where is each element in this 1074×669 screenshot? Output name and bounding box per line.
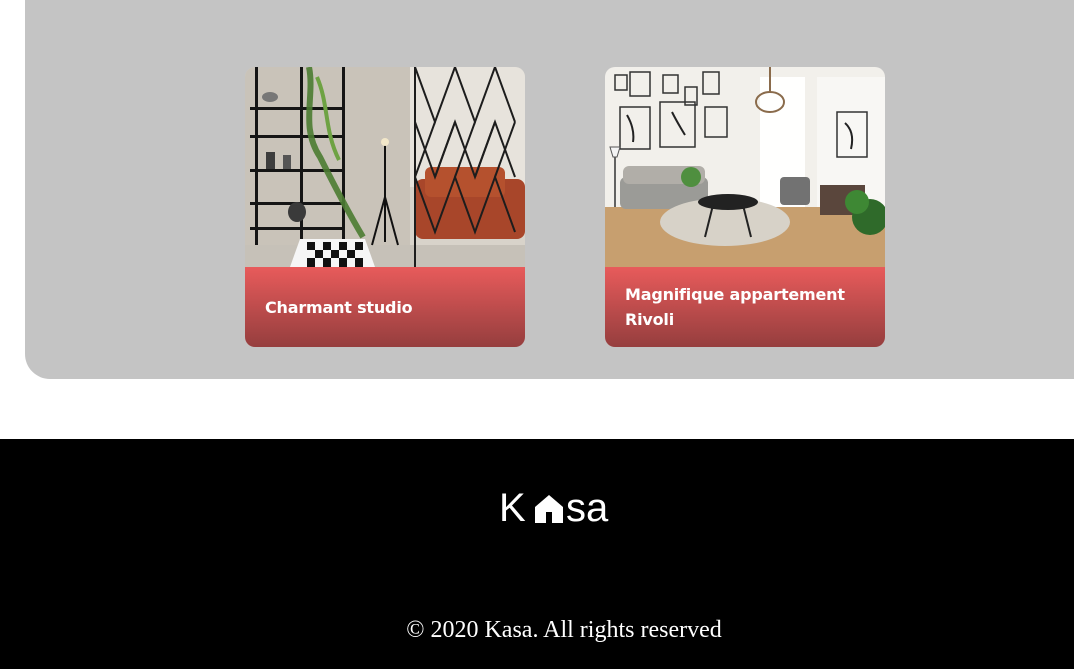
listing-photo-apartment	[605, 67, 885, 267]
listing-card[interactable]: Charmant studio	[245, 67, 525, 347]
copyright-text: © 2020 Kasa. All rights reserved	[406, 617, 722, 643]
svg-text:sa: sa	[566, 486, 609, 527]
listing-card[interactable]: Magnifique appartement Rivoli	[605, 67, 885, 347]
kasa-logo[interactable]: K sa	[499, 485, 631, 527]
house-icon	[535, 495, 563, 523]
listing-card-caption: Magnifique appartement Rivoli	[605, 267, 885, 347]
svg-text:K: K	[499, 486, 526, 527]
listing-title: Magnifique appartement Rivoli	[625, 285, 845, 329]
listing-photo-studio	[245, 67, 525, 267]
listings-gallery: Charmant studio Magnifique appartement R…	[25, 0, 1074, 379]
listing-title: Charmant studio	[265, 297, 413, 317]
listing-card-caption: Charmant studio	[245, 267, 525, 347]
